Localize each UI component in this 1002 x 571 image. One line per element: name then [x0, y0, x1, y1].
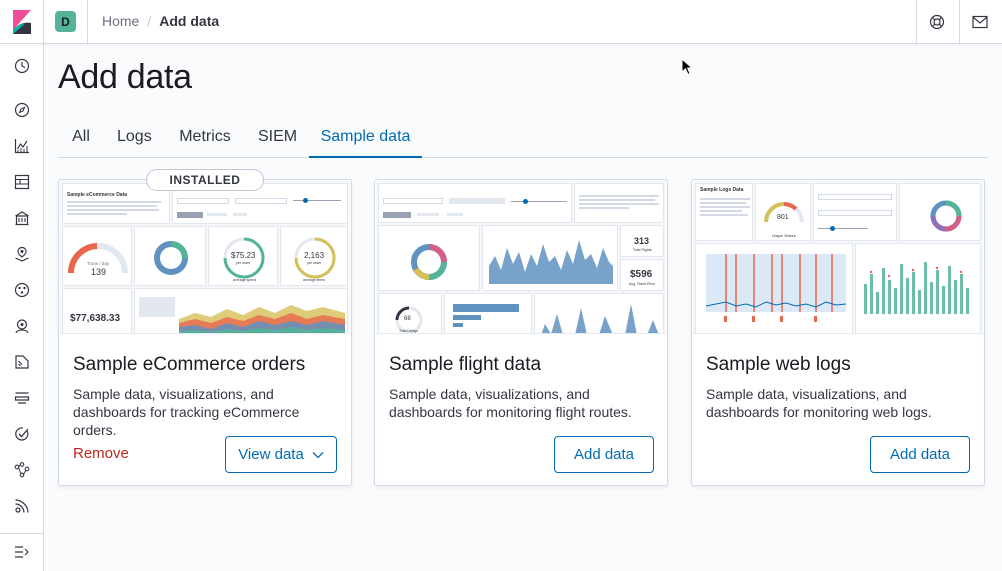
preview-bar-chart: [855, 243, 981, 333]
tab-bar: All Logs Metrics SIEM Sample data: [58, 118, 988, 158]
card-description: Sample data, visualizations, and dashboa…: [706, 386, 932, 420]
nav-divider: [0, 533, 44, 534]
preview-heading: Sample eCommerce Data: [67, 192, 128, 198]
clock-icon[interactable]: [12, 56, 32, 76]
preview-area-chart: [482, 225, 618, 291]
preview-metric-panel: 2,163 per order average items: [280, 226, 348, 286]
tab-siem[interactable]: SIEM: [258, 118, 297, 158]
preview-gauge-panel: 68 Total Delays: [378, 293, 442, 333]
weblogs-dashboard-preview[interactable]: Sample Logs Data 801 Unique Visitors: [693, 181, 983, 334]
graph-icon[interactable]: [12, 460, 32, 480]
preview-controls: [378, 183, 572, 223]
header-divider: [959, 0, 960, 44]
compass-icon[interactable]: [12, 100, 32, 120]
total-delays-label: Total Delays: [399, 329, 419, 333]
preview-bar-chart: [444, 293, 532, 333]
card-title: Sample flight data: [389, 354, 542, 375]
header-divider: [916, 0, 917, 44]
tab-logs[interactable]: Logs: [117, 118, 152, 158]
preview-metric-panel: $75.23 per order average spend: [208, 226, 278, 286]
header-divider: [87, 0, 88, 44]
card-description: Sample data, visualizations, and dashboa…: [73, 386, 300, 438]
view-data-button[interactable]: View data: [225, 436, 337, 473]
breadcrumb: Home / Add data: [102, 13, 219, 29]
preview-area-chart: [534, 293, 664, 333]
apm-icon[interactable]: [12, 388, 32, 408]
add-data-label: Add data: [573, 446, 635, 463]
breadcrumb-current: Add data: [159, 13, 220, 29]
view-data-label: View data: [238, 446, 304, 463]
metric-avg-items: 2,163: [304, 251, 325, 260]
space-avatar[interactable]: D: [55, 11, 76, 32]
page-title: Add data: [58, 58, 192, 96]
logs-icon[interactable]: [12, 352, 32, 372]
preview-donut-panel: [899, 183, 981, 241]
maps-icon[interactable]: [12, 244, 32, 264]
sample-card-weblogs: Sample Logs Data 801 Unique Visitors Sam…: [691, 179, 985, 486]
total-delays-value: 68: [404, 316, 411, 322]
canvas-icon[interactable]: [12, 208, 32, 228]
side-navigation: [0, 44, 44, 571]
dashboard-icon[interactable]: [12, 172, 32, 192]
ml-icon[interactable]: [12, 280, 32, 300]
kibana-logo-icon: [12, 10, 31, 34]
tab-metrics[interactable]: Metrics: [178, 118, 232, 158]
preview-metric-panel: 313 Total Flights: [620, 225, 664, 257]
breadcrumb-separator: /: [147, 13, 152, 29]
preview-heading: Sample Logs Data: [700, 187, 744, 193]
help-lifebuoy-icon[interactable]: [925, 10, 949, 34]
preview-donut-panel: [378, 225, 480, 291]
total-flights-value: 313: [634, 236, 650, 246]
add-data-button[interactable]: Add data: [870, 436, 970, 473]
mail-icon[interactable]: [968, 10, 992, 34]
preview-donut-panel: [134, 226, 206, 286]
metric-avg-items-caption: average items: [303, 278, 325, 282]
preview-gauge-panel: 801 Unique Visitors: [755, 183, 811, 241]
card-title: Sample eCommerce orders: [73, 354, 306, 375]
preview-line-chart: [695, 243, 853, 333]
preview-area-chart: [134, 288, 348, 333]
revenue-value: $77,638.33: [70, 313, 121, 324]
avg-price-label: Avg. Ticket Price: [629, 282, 656, 286]
metric-avg-spend: $75.23: [231, 251, 256, 260]
gauge-value: 139: [91, 267, 107, 277]
monitoring-icon[interactable]: [12, 496, 32, 516]
add-data-label: Add data: [889, 446, 951, 463]
chevron-down-icon: [312, 451, 324, 458]
tab-all[interactable]: All: [71, 118, 91, 158]
metric-avg-spend-caption: average spend: [233, 278, 257, 282]
card-description: Sample data, visualizations, and dashboa…: [389, 386, 632, 420]
uptime-icon[interactable]: [12, 424, 32, 444]
sample-card-flights: 313 Total Flights $596 Avg. Ticket Price…: [374, 179, 668, 486]
add-data-button[interactable]: Add data: [554, 436, 654, 473]
remove-button[interactable]: Remove: [73, 445, 129, 462]
ecommerce-dashboard-preview[interactable]: Sample eCommerce Data Trxns / day 139 $7…: [60, 181, 350, 334]
preview-metric-panel: $596 Avg. Ticket Price: [620, 259, 664, 291]
preview-controls: [813, 183, 897, 241]
installed-badge: INSTALLED: [146, 169, 264, 191]
gauge-label: Trxns / day: [87, 261, 110, 266]
top-header: D Home / Add data: [0, 0, 1002, 44]
visualize-icon[interactable]: [12, 136, 32, 156]
breadcrumb-home[interactable]: Home: [102, 13, 139, 29]
unique-visitors-value: 801: [777, 214, 789, 221]
preview-panel: Sample Logs Data: [695, 183, 753, 241]
metric-avg-items-sub: per order: [307, 261, 322, 265]
metric-avg-spend-sub: per order: [236, 261, 251, 265]
avg-price-value: $596: [630, 269, 653, 280]
tab-sample-data[interactable]: Sample data: [309, 118, 422, 158]
card-title: Sample web logs: [706, 354, 851, 375]
preview-revenue-panel: $77,638.33: [62, 288, 132, 333]
mouse-cursor-icon: [681, 58, 693, 76]
total-flights-label: Total Flights: [633, 248, 652, 252]
unique-visitors-label: Unique Visitors: [772, 234, 796, 238]
preview-gauge-panel: Trxns / day 139: [62, 226, 132, 286]
kibana-logo[interactable]: [0, 0, 44, 44]
infrastructure-icon[interactable]: [12, 316, 32, 336]
flights-dashboard-preview[interactable]: 313 Total Flights $596 Avg. Ticket Price…: [376, 181, 666, 334]
preview-panel: [574, 183, 664, 223]
collapse-menu-icon[interactable]: [12, 542, 32, 562]
sample-card-ecommerce: INSTALLED Sample eCommerce Data Trxns / …: [58, 169, 352, 486]
